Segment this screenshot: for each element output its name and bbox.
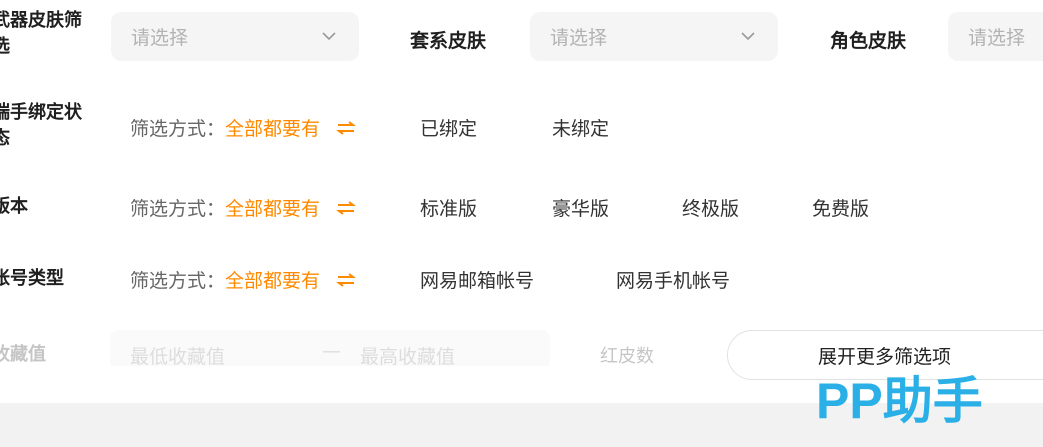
version-option-free[interactable]: 免费版 [812, 194, 869, 221]
filter-mode-prefix: 筛选方式： [130, 198, 226, 220]
pp-logo-icon: PP助手 [816, 373, 983, 429]
role-skin-placeholder: 请选择 [968, 27, 1026, 49]
suit-skin-select[interactable]: 请选择 [530, 12, 778, 61]
filter-mode-prefix: 筛选方式： [130, 270, 226, 292]
red-skin-count-label: 红皮数 [600, 346, 654, 366]
version-filter-mode[interactable]: 筛选方式：全部都要有 [130, 194, 357, 221]
role-skin-select[interactable]: 请选择 [948, 12, 1043, 61]
chevron-down-icon [741, 32, 755, 41]
version-option-ultimate[interactable]: 终极版 [682, 194, 739, 221]
svg-text:PP助手: PP助手 [816, 373, 983, 428]
binding-status-label: 端手绑定状态 [0, 102, 82, 149]
account-type-filter-mode[interactable]: 筛选方式：全部都要有 [130, 266, 357, 293]
weapon-skin-select[interactable]: 请选择 [111, 12, 359, 61]
suit-skin-label: 套系皮肤 [410, 30, 487, 52]
weapon-skin-label: 武器皮肤筛选 [0, 10, 82, 57]
collection-label: 收藏值 [0, 344, 46, 365]
binding-filter-mode[interactable]: 筛选方式：全部都要有 [130, 114, 357, 141]
binding-option-unbound[interactable]: 未绑定 [552, 114, 609, 141]
filter-mode-value: 全部都要有 [225, 270, 321, 292]
binding-option-bound[interactable]: 已绑定 [420, 114, 477, 141]
filter-mode-value: 全部都要有 [225, 118, 321, 140]
version-label: 版本 [0, 196, 28, 217]
filter-mode-value: 全部都要有 [225, 198, 321, 220]
version-option-deluxe[interactable]: 豪华版 [552, 194, 609, 221]
version-option-standard[interactable]: 标准版 [420, 194, 477, 221]
suit-skin-placeholder: 请选择 [550, 27, 608, 49]
account-type-label: 帐号类型 [0, 268, 64, 289]
swap-arrows-icon[interactable] [336, 273, 357, 287]
filter-mode-prefix: 筛选方式： [130, 118, 226, 140]
account-option-email[interactable]: 网易邮箱帐号 [420, 266, 534, 293]
collection-max-placeholder: 最高收藏值 [360, 346, 456, 366]
swap-arrows-icon[interactable] [336, 201, 357, 215]
chevron-down-icon [322, 32, 336, 41]
account-option-phone[interactable]: 网易手机帐号 [616, 266, 730, 293]
weapon-skin-placeholder: 请选择 [131, 27, 189, 49]
role-skin-label: 角色皮肤 [830, 30, 907, 52]
collection-range-input[interactable]: 最低收藏值 — 最高收藏值 [110, 330, 550, 366]
pp-assistant-watermark: PP助手 [812, 366, 1012, 432]
range-separator: — [322, 340, 341, 362]
swap-arrows-icon[interactable] [336, 121, 357, 135]
collection-min-placeholder: 最低收藏值 [130, 346, 226, 366]
